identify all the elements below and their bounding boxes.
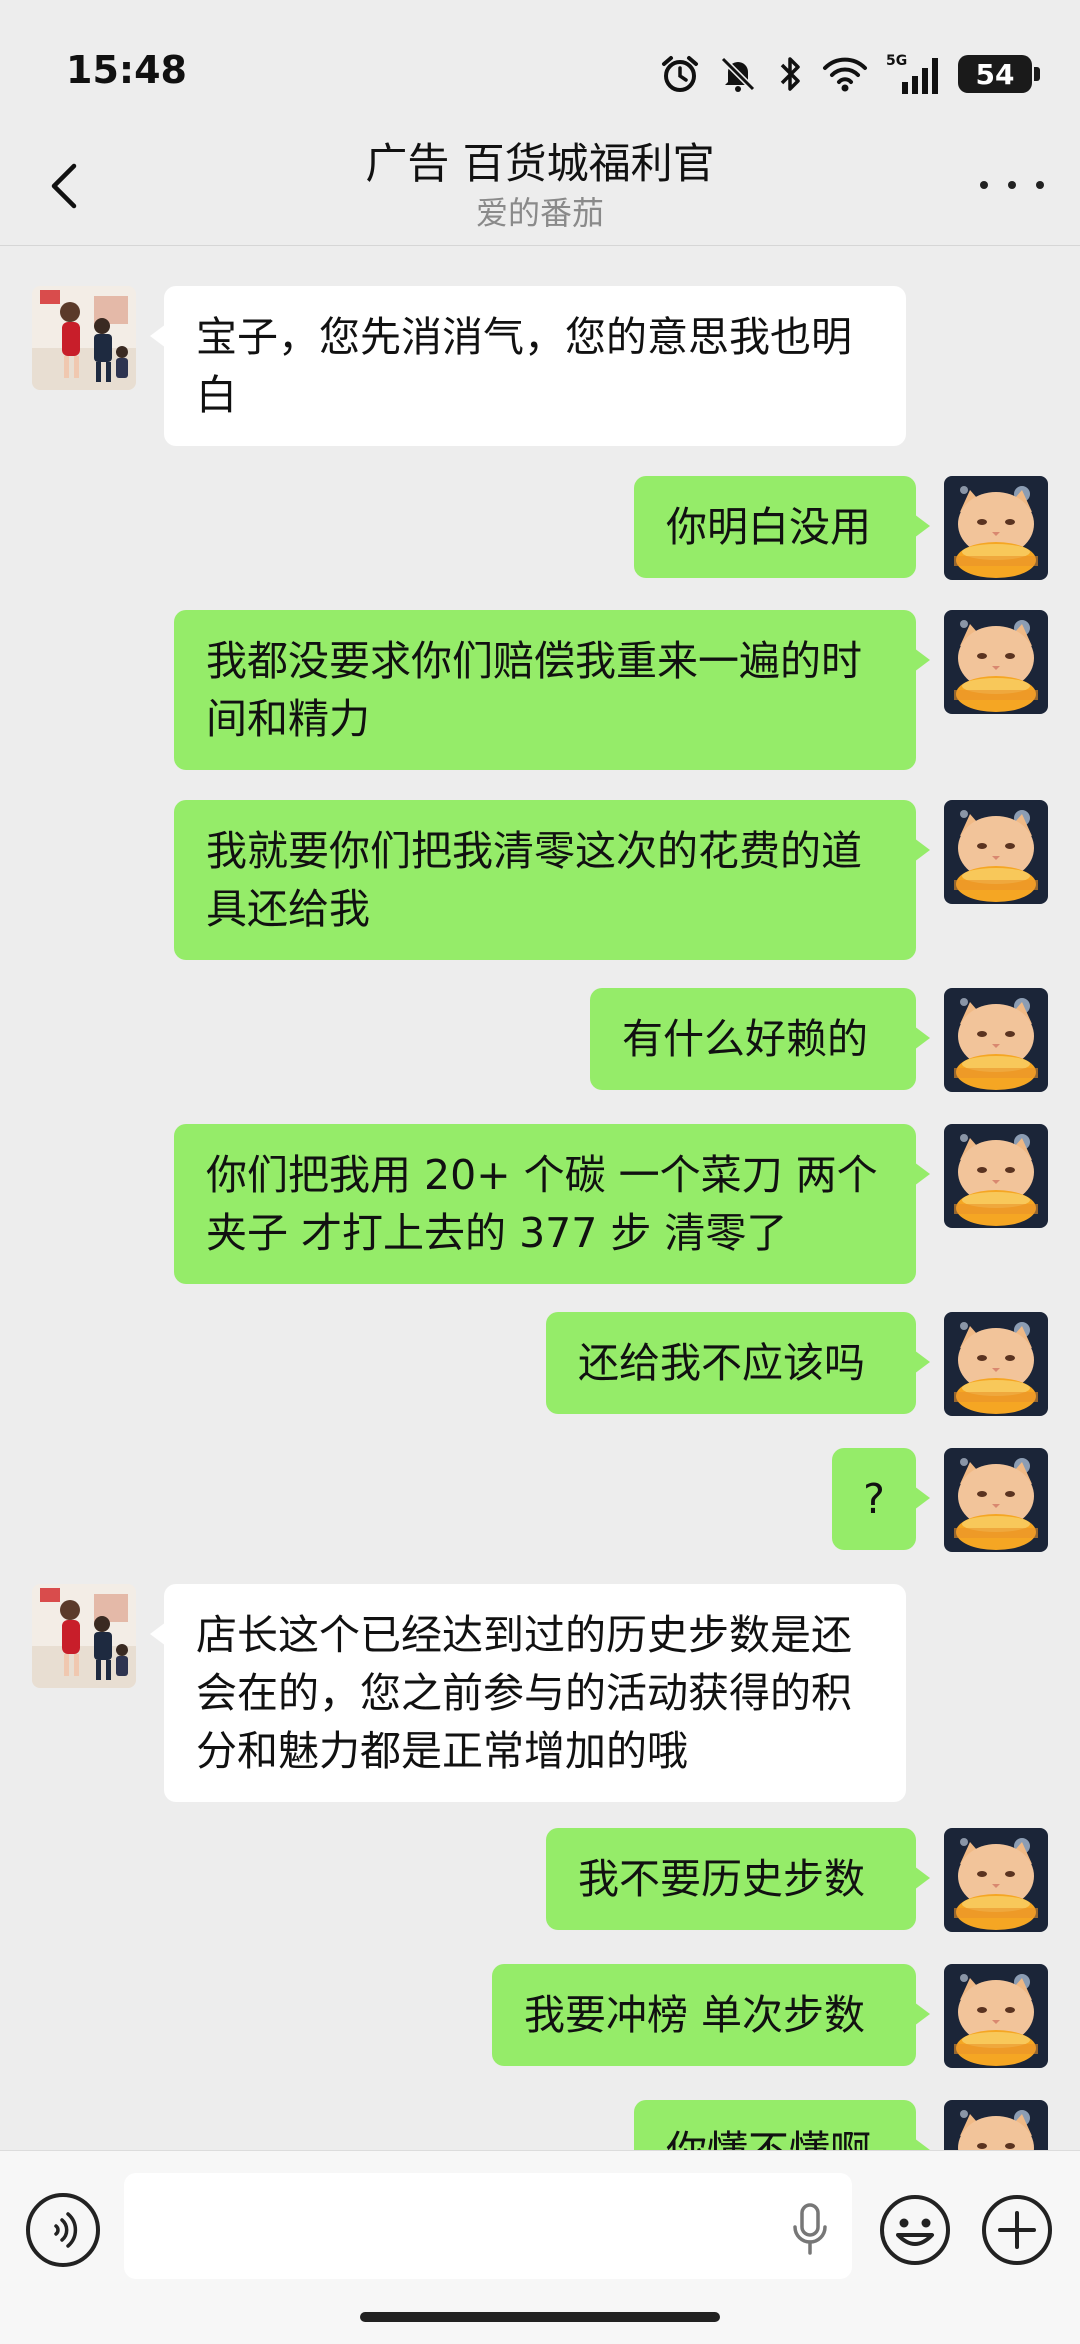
battery-level: 54 xyxy=(975,57,1015,91)
message-bubble-sent[interactable]: 你们把我用 20+ 个碳 一个菜刀 两个夹子 才打上去的 377 步 清零了 xyxy=(174,1124,930,1284)
wifi-icon xyxy=(823,57,867,92)
voice-button[interactable] xyxy=(26,2193,100,2267)
message-bubble-sent[interactable]: 有什么好赖的 xyxy=(590,988,930,1090)
status-bar: 15:48 5G 54 xyxy=(0,0,1080,130)
chat-subtitle: 爱的番茄 xyxy=(475,194,604,232)
chat-screen: 15:48 5G 54 广告 百货城福利官 爱的番茄 宝子，您先消消气，您的意思… xyxy=(0,0,1080,2344)
avatar[interactable] xyxy=(944,800,1048,904)
status-time: 15:48 xyxy=(66,48,187,92)
more-button[interactable] xyxy=(980,160,1044,210)
message-bubble-received[interactable]: 宝子，您先消消气，您的意思我也明白 xyxy=(150,286,906,446)
chat-header: 广告 百货城福利官 爱的番茄 xyxy=(0,130,1080,246)
avatar[interactable] xyxy=(944,1964,1048,2068)
avatar[interactable] xyxy=(944,988,1048,1092)
more-dot xyxy=(1008,181,1016,189)
more-dot xyxy=(980,181,988,189)
avatar[interactable] xyxy=(944,1312,1048,1416)
voice-icon xyxy=(54,2212,78,2248)
avatar[interactable] xyxy=(944,1124,1048,1228)
message-bubble-sent[interactable]: 我就要你们把我清零这次的花费的道具还给我 xyxy=(174,800,930,960)
battery-body: 54 xyxy=(958,55,1032,93)
battery-cap xyxy=(1034,67,1040,81)
microphone-icon[interactable] xyxy=(790,2201,830,2257)
message-bubble-sent[interactable]: 你明白没用 xyxy=(634,476,930,578)
home-indicator[interactable] xyxy=(360,2312,720,2322)
mute-icon xyxy=(720,56,756,92)
alarm-icon xyxy=(662,56,698,92)
avatar[interactable] xyxy=(944,610,1048,714)
more-dot xyxy=(1036,181,1044,189)
status-icons: 5G 54 xyxy=(660,48,1040,100)
network-label: 5G xyxy=(886,53,907,69)
avatar[interactable] xyxy=(32,1584,136,1688)
message-bubble-sent[interactable]: 我要冲榜 单次步数 xyxy=(492,1964,930,2066)
chat-title: 广告 百货城福利官 xyxy=(365,139,715,188)
message-input[interactable] xyxy=(124,2173,852,2279)
plus-icon[interactable] xyxy=(980,2193,1054,2267)
avatar[interactable] xyxy=(32,286,136,390)
avatar[interactable] xyxy=(944,1448,1048,1552)
message-bubble-sent[interactable]: 我不要历史步数 xyxy=(546,1828,930,1930)
emoji-icon[interactable] xyxy=(878,2193,952,2267)
signal-icon: 5G xyxy=(886,53,938,94)
message-bubble-sent[interactable]: 还给我不应该吗 xyxy=(546,1312,930,1414)
message-bubble-sent[interactable]: ? xyxy=(832,1448,930,1550)
message-bubble-received[interactable]: 店长这个已经达到过的历史步数是还会在的，您之前参与的活动获得的积分和魅力都是正常… xyxy=(150,1584,906,1802)
avatar[interactable] xyxy=(944,1828,1048,1932)
message-bubble-sent[interactable]: 我都没要求你们赔偿我重来一遍的时间和精力 xyxy=(174,610,930,770)
battery-icon: 54 xyxy=(958,55,1040,93)
bluetooth-icon xyxy=(780,57,800,91)
avatar[interactable] xyxy=(944,476,1048,580)
